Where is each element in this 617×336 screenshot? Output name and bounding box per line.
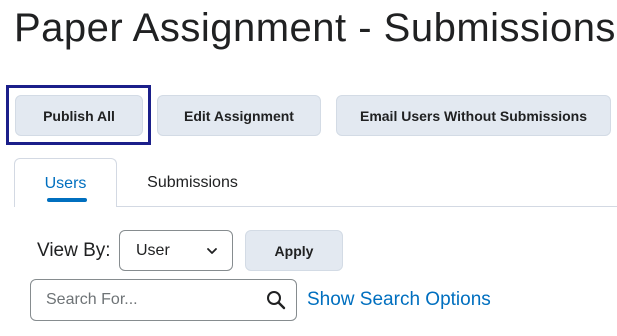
tab-users[interactable]: Users — [14, 158, 117, 207]
view-by-select[interactable]: User — [119, 230, 233, 271]
publish-all-button[interactable]: Publish All — [15, 95, 143, 136]
page-title: Paper Assignment - Submissions — [14, 6, 616, 50]
view-by-selected-value: User — [136, 242, 170, 259]
tab-users-label: Users — [44, 175, 87, 192]
submissions-page: Paper Assignment - Submissions Publish A… — [0, 0, 617, 336]
search-icon[interactable] — [266, 290, 286, 310]
show-search-options-link[interactable]: Show Search Options — [307, 289, 491, 311]
tabs-divider — [116, 206, 617, 207]
search-box — [30, 279, 297, 321]
apply-button[interactable]: Apply — [245, 230, 343, 271]
edit-assignment-button[interactable]: Edit Assignment — [157, 95, 321, 136]
chevron-down-icon — [207, 248, 217, 254]
active-tab-indicator — [47, 198, 87, 202]
view-by-label: View By: — [37, 240, 111, 261]
tab-submissions[interactable]: Submissions — [130, 174, 255, 192]
search-input[interactable] — [32, 281, 252, 319]
email-users-without-submissions-button[interactable]: Email Users Without Submissions — [336, 95, 611, 136]
